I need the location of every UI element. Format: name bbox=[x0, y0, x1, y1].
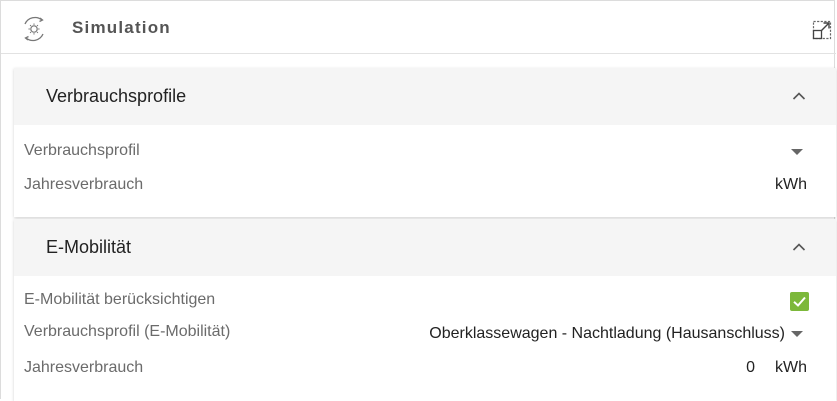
emobility-annual-consumption-unit: kWh bbox=[775, 359, 807, 376]
widget-header: Simulation bbox=[1, 1, 836, 54]
section-e-mobilitaet: E-Mobilität E-Mobilität berücksichtigen … bbox=[14, 219, 836, 401]
consumption-profile-dropdown[interactable] bbox=[791, 149, 803, 155]
consumption-profile-label: Verbrauchsprofil bbox=[24, 142, 140, 159]
expand-icon[interactable] bbox=[812, 20, 832, 40]
emobility-profile-label: Verbrauchsprofil (E-Mobilität) bbox=[24, 323, 231, 340]
section-header[interactable]: E-Mobilität bbox=[14, 219, 836, 276]
sun-cycle-icon bbox=[20, 15, 48, 43]
annual-consumption-unit: kWh bbox=[775, 176, 807, 193]
section-verbrauchsprofile: Verbrauchsprofile Verbrauchsprofil Jahre… bbox=[14, 68, 836, 217]
consider-emobility-label: E-Mobilität berücksichtigen bbox=[24, 291, 216, 308]
annual-consumption-label: Jahresverbrauch bbox=[24, 176, 144, 193]
section-title: E-Mobilität bbox=[46, 237, 132, 257]
section-title: Verbrauchsprofile bbox=[46, 86, 187, 106]
emobility-annual-consumption-label: Jahresverbrauch bbox=[24, 359, 144, 376]
section-header[interactable]: Verbrauchsprofile bbox=[14, 68, 836, 125]
chevron-up-icon[interactable] bbox=[792, 88, 806, 100]
chevron-up-icon[interactable] bbox=[792, 239, 806, 251]
emobility-profile-dropdown[interactable] bbox=[791, 331, 803, 337]
emobility-annual-consumption-input[interactable]: 0 bbox=[746, 359, 755, 377]
consider-emobility-checkbox[interactable] bbox=[790, 292, 809, 311]
simulation-widget: Simulation Verbrauchsprofile Verbrauchsp… bbox=[0, 0, 836, 401]
emobility-profile-value[interactable]: Oberklassewagen - Nachtladung (Hausansch… bbox=[429, 325, 785, 343]
widget-title: Simulation bbox=[72, 18, 171, 37]
checkmark-icon bbox=[793, 296, 806, 307]
